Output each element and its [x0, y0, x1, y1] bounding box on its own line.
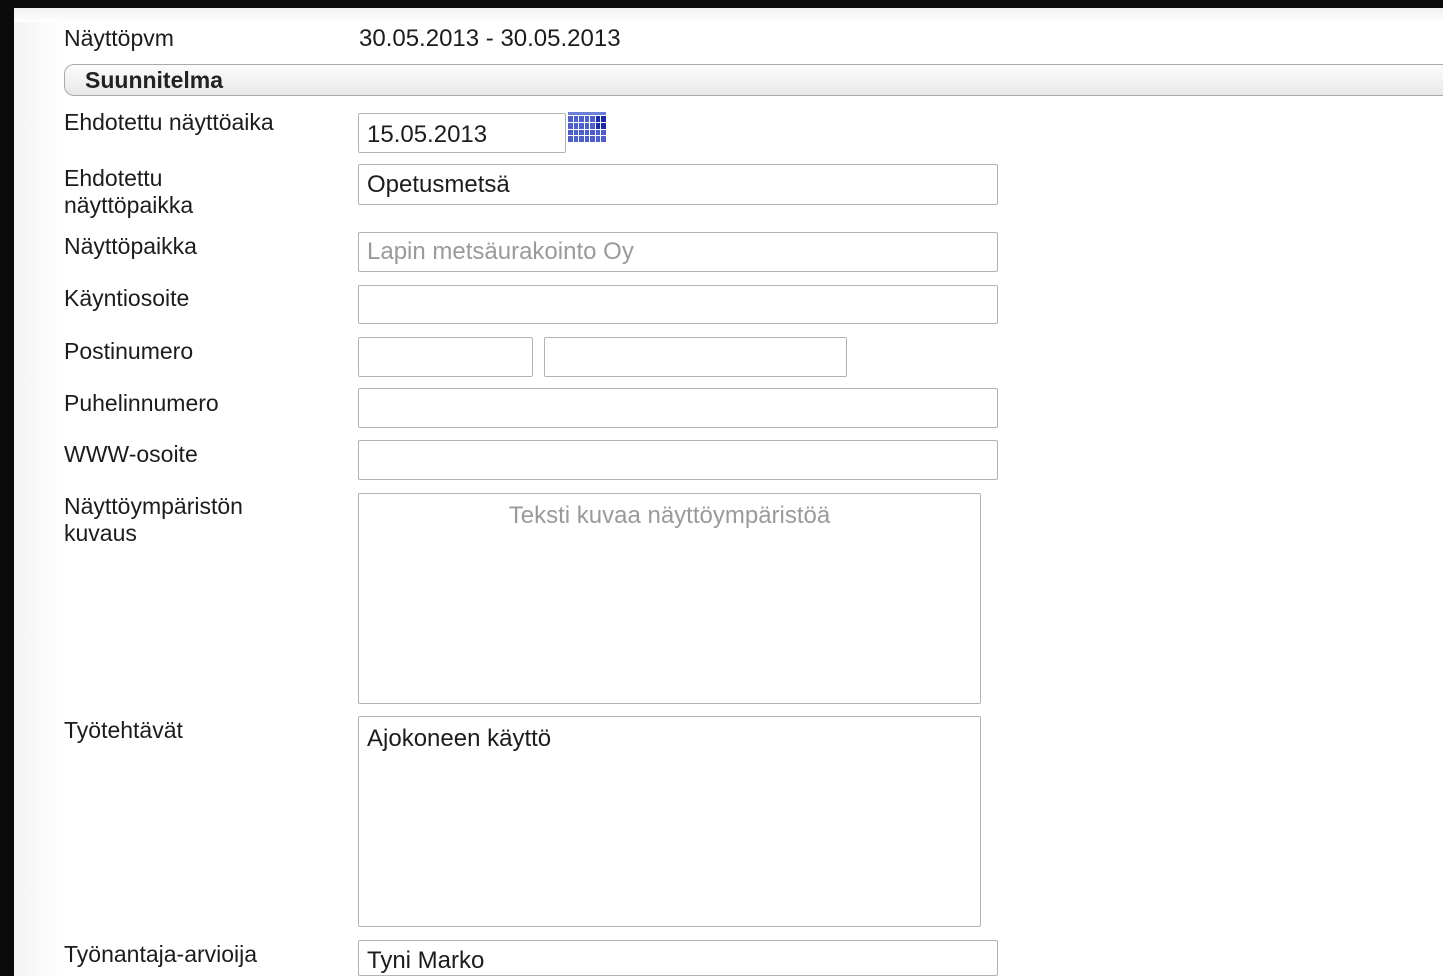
- top-gutter: [14, 8, 1443, 22]
- environment-label-line1: Näyttöympäristön: [64, 493, 243, 519]
- environment-label: Näyttöympäristön kuvaus: [64, 493, 243, 547]
- proposed-place-label-line1: Ehdotettu: [64, 165, 163, 191]
- place-input[interactable]: [358, 232, 998, 272]
- environment-label-line2: kuvaus: [64, 520, 137, 546]
- postal-code-input[interactable]: [358, 337, 533, 377]
- proposed-time-label: Ehdotettu näyttöaika: [64, 109, 274, 135]
- left-gutter: [14, 8, 64, 976]
- phone-label: Puhelinnumero: [64, 390, 219, 416]
- section-header-suunnitelma: Suunnitelma: [64, 64, 1443, 96]
- employer-assessor-input[interactable]: [358, 940, 998, 976]
- proposed-place-input[interactable]: [358, 164, 998, 205]
- phone-input[interactable]: [358, 388, 998, 428]
- proposed-time-input[interactable]: [358, 113, 566, 153]
- date-range-value: 30.05.2013 - 30.05.2013: [359, 25, 621, 52]
- place-label: Näyttöpaikka: [64, 233, 197, 259]
- proposed-place-label-line2: näyttöpaikka: [64, 192, 194, 218]
- section-title: Suunnitelma: [85, 67, 224, 93]
- calendar-icon[interactable]: [568, 112, 606, 142]
- www-input[interactable]: [358, 440, 998, 480]
- tasks-label: Työtehtävät: [64, 717, 183, 743]
- employer-assessor-label: Työnantaja-arvioija: [64, 941, 258, 967]
- environment-textarea[interactable]: [358, 493, 981, 704]
- postal-city-input[interactable]: [544, 337, 847, 377]
- visit-address-input[interactable]: [358, 285, 998, 324]
- postal-code-label: Postinumero: [64, 338, 194, 364]
- date-range-label: Näyttöpvm: [64, 25, 174, 51]
- www-label: WWW-osoite: [64, 441, 198, 467]
- visit-address-label: Käyntiosoite: [64, 285, 190, 311]
- proposed-place-label: Ehdotettu näyttöpaikka: [64, 165, 193, 219]
- tasks-textarea[interactable]: Ajokoneen käyttö: [358, 716, 981, 927]
